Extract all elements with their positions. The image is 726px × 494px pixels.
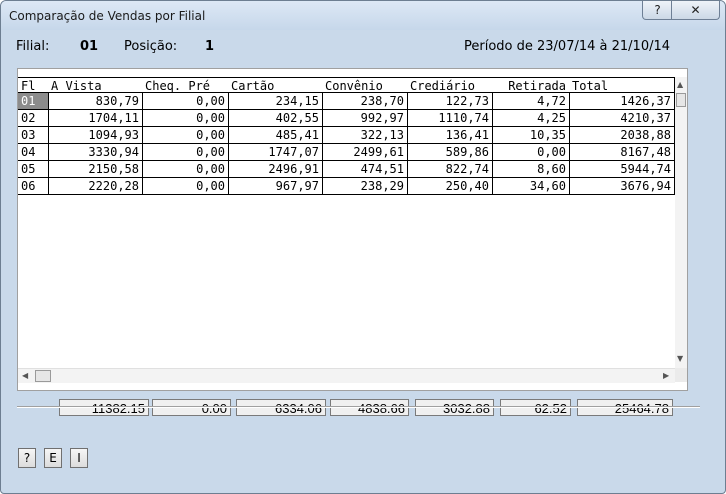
cell-convenio[interactable]: 238,29 <box>322 178 408 195</box>
help-button[interactable]: ? <box>18 448 36 468</box>
cell-retirada[interactable]: 8,60 <box>492 161 570 178</box>
cell-retirada[interactable]: 4,25 <box>492 110 570 127</box>
e-button[interactable]: E <box>44 448 62 468</box>
scrollbar-corner <box>675 368 687 382</box>
cell-crediario[interactable]: 822,74 <box>407 161 493 178</box>
cell-cheq-pre[interactable]: 0,00 <box>142 178 229 195</box>
cell-retirada[interactable]: 34,60 <box>492 178 570 195</box>
cell-a-vista[interactable]: 3330,94 <box>48 144 143 161</box>
column-header-total[interactable]: Total <box>569 77 675 93</box>
vertical-scrollbar[interactable]: ▲ ▼ <box>675 77 687 368</box>
cell-total[interactable]: 3676,94 <box>569 178 675 195</box>
cell-crediario[interactable]: 1110,74 <box>407 110 493 127</box>
cell-cartao[interactable]: 402,55 <box>228 110 323 127</box>
posicao-value: 1 <box>205 39 215 54</box>
cell-a-vista[interactable]: 830,79 <box>48 93 143 110</box>
cell-cheq-pre[interactable]: 0,00 <box>142 161 229 178</box>
column-header-a-vista[interactable]: A Vista <box>48 77 143 93</box>
cell-cartao[interactable]: 1747,07 <box>228 144 323 161</box>
cell-retirada[interactable]: 0,00 <box>492 144 570 161</box>
scroll-down-icon[interactable]: ▼ <box>677 354 683 363</box>
cell-total[interactable]: 8167,48 <box>569 144 675 161</box>
bottom-separator <box>17 406 700 408</box>
row-filial-cell[interactable]: 02 <box>18 110 49 127</box>
title-bar[interactable]: Comparação de Vendas por Filial ? ✕ <box>1 1 725 30</box>
scroll-left-icon[interactable]: ◀ <box>22 371 28 380</box>
cell-a-vista[interactable]: 2220,28 <box>48 178 143 195</box>
i-button[interactable]: I <box>70 448 88 468</box>
filial-value: 01 <box>80 39 99 54</box>
row-filial-cell[interactable]: 06 <box>18 178 49 195</box>
window-title: Comparação de Vendas por Filial <box>9 9 206 23</box>
column-header-convenio[interactable]: Convênio <box>322 77 408 93</box>
sales-grid-frame: Fl A Vista Cheq. Pré Cartão Convênio Crediári… <box>17 68 688 391</box>
cell-a-vista[interactable]: 1094,93 <box>48 127 143 144</box>
scroll-right-icon[interactable]: ▶ <box>663 371 669 380</box>
cell-cartao[interactable]: 234,15 <box>228 93 323 110</box>
horizontal-scrollbar[interactable]: ◀ ▶ <box>18 368 675 383</box>
column-header-retirada[interactable]: Retirada <box>492 77 570 93</box>
filial-label: Filial: <box>16 39 50 54</box>
cell-cartao[interactable]: 485,41 <box>228 127 323 144</box>
cell-cheq-pre[interactable]: 0,00 <box>142 93 229 110</box>
cell-crediario[interactable]: 589,86 <box>407 144 493 161</box>
row-filial-cell[interactable]: 04 <box>18 144 49 161</box>
posicao-label: Posição: <box>124 39 178 54</box>
cell-total[interactable]: 4210,37 <box>569 110 675 127</box>
column-header-crediario[interactable]: Crediário <box>407 77 493 93</box>
cell-a-vista[interactable]: 2150,58 <box>48 161 143 178</box>
cell-convenio[interactable]: 992,97 <box>322 110 408 127</box>
cell-total[interactable]: 1426,37 <box>569 93 675 110</box>
cell-total[interactable]: 5944,74 <box>569 161 675 178</box>
row-filial-cell[interactable]: 01 <box>18 93 49 110</box>
vertical-scroll-thumb[interactable] <box>676 93 686 107</box>
cell-crediario[interactable]: 136,41 <box>407 127 493 144</box>
cell-convenio[interactable]: 2499,61 <box>322 144 408 161</box>
cell-cartao[interactable]: 967,97 <box>228 178 323 195</box>
cell-convenio[interactable]: 474,51 <box>322 161 408 178</box>
cell-convenio[interactable]: 322,13 <box>322 127 408 144</box>
column-header-cartao[interactable]: Cartão <box>228 77 323 93</box>
row-filial-cell[interactable]: 03 <box>18 127 49 144</box>
cell-cheq-pre[interactable]: 0,00 <box>142 127 229 144</box>
cell-crediario[interactable]: 250,40 <box>407 178 493 195</box>
cell-crediario[interactable]: 122,73 <box>407 93 493 110</box>
horizontal-scroll-thumb[interactable] <box>35 370 51 382</box>
cell-a-vista[interactable]: 1704,11 <box>48 110 143 127</box>
help-titlebar-button[interactable]: ? <box>642 1 673 20</box>
row-filial-cell[interactable]: 05 <box>18 161 49 178</box>
column-header-cheq-pre[interactable]: Cheq. Pré <box>142 77 229 93</box>
scroll-up-icon[interactable]: ▲ <box>677 80 683 89</box>
cell-convenio[interactable]: 238,70 <box>322 93 408 110</box>
cell-cheq-pre[interactable]: 0,00 <box>142 110 229 127</box>
cell-retirada[interactable]: 4,72 <box>492 93 570 110</box>
sales-grid[interactable]: Fl A Vista Cheq. Pré Cartão Convênio Crediári… <box>18 69 675 368</box>
periodo-label: Período de 23/07/14 à 21/10/14 <box>464 39 671 54</box>
close-button[interactable]: ✕ <box>671 1 720 20</box>
cell-cartao[interactable]: 2496,91 <box>228 161 323 178</box>
cell-retirada[interactable]: 10,35 <box>492 127 570 144</box>
column-header-fl[interactable]: Fl <box>18 77 49 93</box>
cell-total[interactable]: 2038,88 <box>569 127 675 144</box>
cell-cheq-pre[interactable]: 0,00 <box>142 144 229 161</box>
